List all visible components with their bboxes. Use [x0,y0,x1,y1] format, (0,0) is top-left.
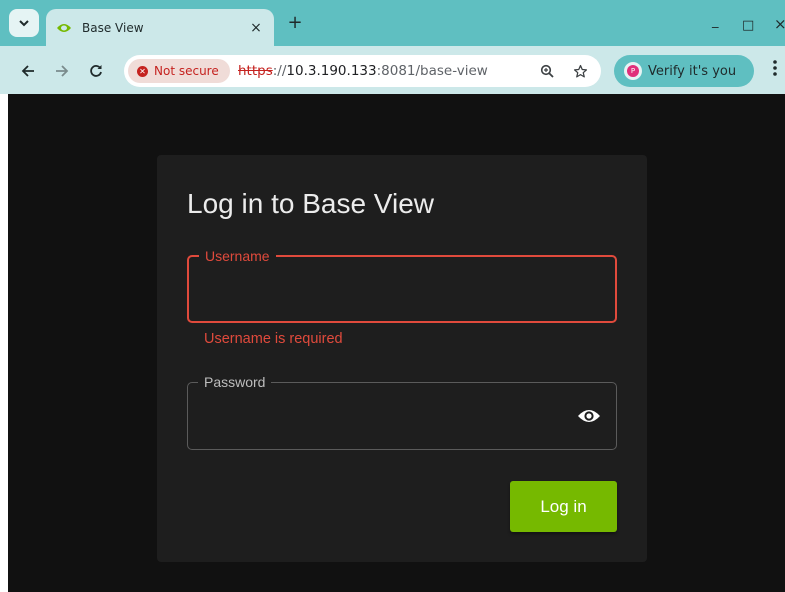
username-label: Username [199,248,276,264]
zoom-icon[interactable] [538,62,556,80]
security-chip[interactable]: ✕ Not secure [128,59,230,83]
url-text: https://10.3.190.133:8081/base-view [238,63,488,79]
url-separator: :// [272,63,287,79]
address-bar[interactable]: ✕ Not secure https://10.3.190.133:8081/b… [124,55,601,87]
avatar-initial: P [627,65,639,77]
chevron-down-icon [19,17,29,30]
kebab-menu-icon[interactable] [768,60,782,82]
eye-icon[interactable] [576,406,602,426]
tab-search-button[interactable] [9,9,39,37]
tab-close-icon[interactable]: × [248,20,264,36]
browser-tab-strip: Base View × + _ □ × [0,0,785,46]
nvidia-icon [56,22,72,34]
warning-icon: ✕ [137,65,148,77]
browser-tab[interactable]: Base View × [46,9,274,46]
url-host: 10.3.190.133 [286,63,377,79]
star-icon[interactable] [571,62,589,80]
browser-toolbar: ✕ Not secure https://10.3.190.133:8081/b… [0,46,785,94]
url-path: :8081/base-view [376,63,488,79]
new-tab-icon[interactable]: + [285,14,305,34]
username-field[interactable]: Username [187,248,617,323]
username-error: Username is required [204,331,343,347]
login-button[interactable]: Log in [510,481,617,532]
verify-label: Verify it's you [648,63,737,79]
arrow-right-icon[interactable] [51,60,73,82]
minimize-icon[interactable]: _ [712,14,719,29]
username-input[interactable] [203,275,567,305]
close-window-icon[interactable]: × [774,15,785,33]
security-label: Not secure [154,64,219,78]
maximize-icon[interactable]: □ [742,18,754,33]
reload-icon[interactable] [85,60,107,82]
page-title: Log in to Base View [187,188,434,219]
verify-identity-button[interactable]: P Verify it's you [614,55,754,87]
tab-title: Base View [82,20,144,35]
password-field[interactable]: Password [187,374,617,450]
password-label: Password [198,374,272,390]
avatar: P [624,62,642,80]
url-scheme: https [238,63,273,79]
arrow-left-icon[interactable] [17,60,39,82]
password-input[interactable] [202,401,566,431]
